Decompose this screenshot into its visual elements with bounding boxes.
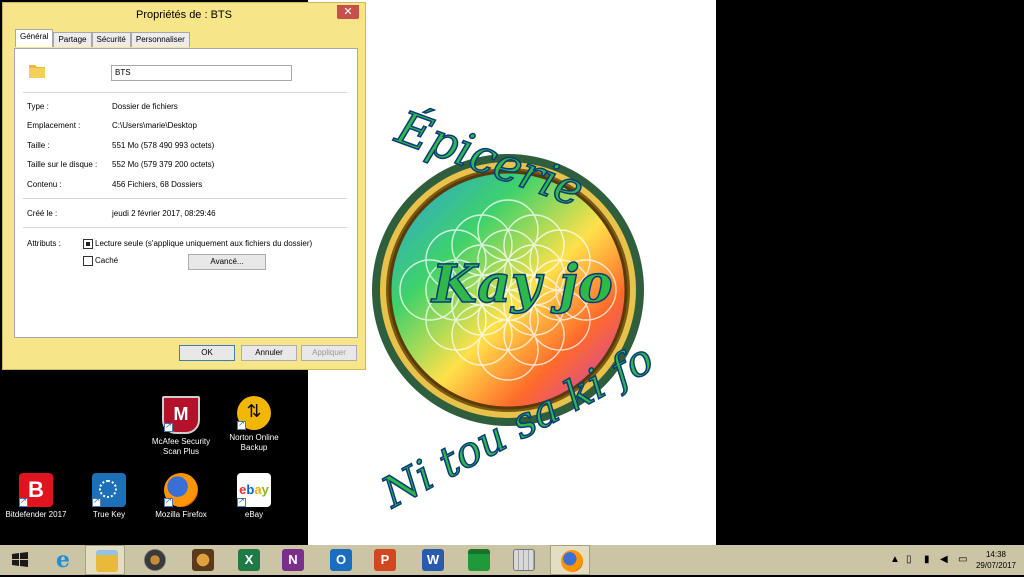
taskbar: e X N O P W ▲ ▯ ▮ ◀ ▭ 14:38 29/07/2017: [0, 545, 1024, 575]
taskbar-excel[interactable]: X: [228, 545, 268, 575]
readonly-label: Lecture seule (s'applique uniquement aux…: [95, 239, 313, 248]
clock[interactable]: 14:38 29/07/2017: [976, 549, 1016, 571]
separator: [23, 227, 347, 228]
start-icon: [12, 552, 28, 567]
cancel-button[interactable]: Annuler: [241, 345, 297, 361]
close-button[interactable]: ✕: [337, 5, 359, 19]
apply-button[interactable]: Appliquer: [301, 345, 357, 361]
desktop: Épicerie Kay jo Ni tou sa ki fo M McAfee…: [0, 0, 1024, 545]
advanced-button[interactable]: Avancé...: [188, 254, 266, 270]
folder-name-field[interactable]: BTS: [111, 65, 292, 81]
system-tray: ▲ ▯ ▮ ◀ ▭ 14:38 29/07/2017: [874, 545, 1024, 575]
speaker-app-icon: [144, 549, 166, 571]
wallpaper-center-text: Kay jo: [431, 253, 613, 316]
clock-date: 29/07/2017: [975, 561, 1016, 570]
clock-time: 14:38: [985, 550, 1006, 559]
taskbar-firefox[interactable]: [550, 545, 590, 575]
mcafee-icon: M: [162, 396, 200, 434]
taskbar-internet-explorer[interactable]: e: [42, 545, 82, 575]
start-button[interactable]: [0, 545, 40, 575]
calculator-icon: [513, 549, 535, 571]
tab-general[interactable]: Général: [15, 29, 54, 47]
desktop-icon-bitdefender[interactable]: B Bitdefender 2017: [0, 473, 74, 520]
desktop-icon-truekey[interactable]: True Key: [71, 473, 147, 520]
ebay-icon: ebay: [237, 473, 271, 507]
taskbar-onenote[interactable]: N: [272, 545, 312, 575]
dialog-tabs: Général Partage Sécurité Personnaliser: [15, 29, 190, 48]
properties-dialog: Propriétés de : BTS ✕ Général Partage Sé…: [2, 2, 366, 370]
taskbar-file-explorer[interactable]: [85, 545, 125, 575]
tab-security[interactable]: Sécurité: [91, 32, 131, 47]
bitdefender-icon: B: [19, 473, 53, 507]
firefox-icon: [164, 473, 198, 507]
battery-icon[interactable]: ▯: [906, 554, 912, 565]
tab-sharing[interactable]: Partage: [53, 32, 92, 47]
word-icon: W: [422, 549, 444, 571]
taskbar-outlook[interactable]: O: [320, 545, 360, 575]
taskbar-speaker-app[interactable]: [134, 545, 174, 575]
folder-icon: [29, 65, 45, 78]
firefox-taskbar-icon: [561, 550, 583, 572]
truekey-icon: [92, 473, 126, 507]
media-app-icon: [192, 549, 214, 571]
desktop-icon-norton[interactable]: ⇅ Norton Online Backup: [216, 396, 292, 453]
volume-icon[interactable]: ◀: [940, 554, 948, 565]
wallpaper: Épicerie Kay jo Ni tou sa ki fo: [308, 0, 716, 545]
hidden-checkbox[interactable]: [83, 256, 93, 266]
taskbar-word[interactable]: W: [412, 545, 452, 575]
tab-customize[interactable]: Personnaliser: [130, 32, 190, 47]
taskbar-powerpoint[interactable]: P: [364, 545, 404, 575]
separator: [23, 92, 347, 93]
separator: [23, 198, 347, 199]
norton-icon: ⇅: [237, 396, 271, 430]
taskbar-media-app[interactable]: [182, 545, 222, 575]
general-panel: BTS Type : Dossier de fichiers Emplacemen…: [14, 48, 358, 338]
show-hidden-icons-icon[interactable]: ▲: [890, 554, 900, 565]
file-explorer-icon: [96, 550, 118, 572]
internet-explorer-icon: e: [56, 547, 70, 573]
taskbar-store[interactable]: [458, 545, 498, 575]
readonly-checkbox[interactable]: [83, 239, 93, 249]
desktop-icon-mcafee[interactable]: M McAfee Security Scan Plus: [143, 396, 219, 457]
dialog-titlebar[interactable]: Propriétés de : BTS ✕: [3, 3, 365, 25]
desktop-icon-firefox[interactable]: Mozilla Firefox: [143, 473, 219, 520]
store-icon: [468, 549, 490, 571]
onenote-icon: N: [282, 549, 304, 571]
ok-button[interactable]: OK: [179, 345, 235, 361]
excel-icon: X: [238, 549, 260, 571]
desktop-icon-ebay[interactable]: ebay eBay: [216, 473, 292, 520]
hidden-label: Caché: [95, 256, 119, 265]
taskbar-calculator[interactable]: [503, 545, 543, 575]
dialog-title: Propriétés de : BTS: [136, 9, 232, 21]
network-icon[interactable]: ▮: [924, 554, 930, 565]
action-center-icon[interactable]: ▭: [958, 554, 967, 565]
powerpoint-icon: P: [374, 549, 396, 571]
outlook-icon: O: [330, 549, 352, 571]
